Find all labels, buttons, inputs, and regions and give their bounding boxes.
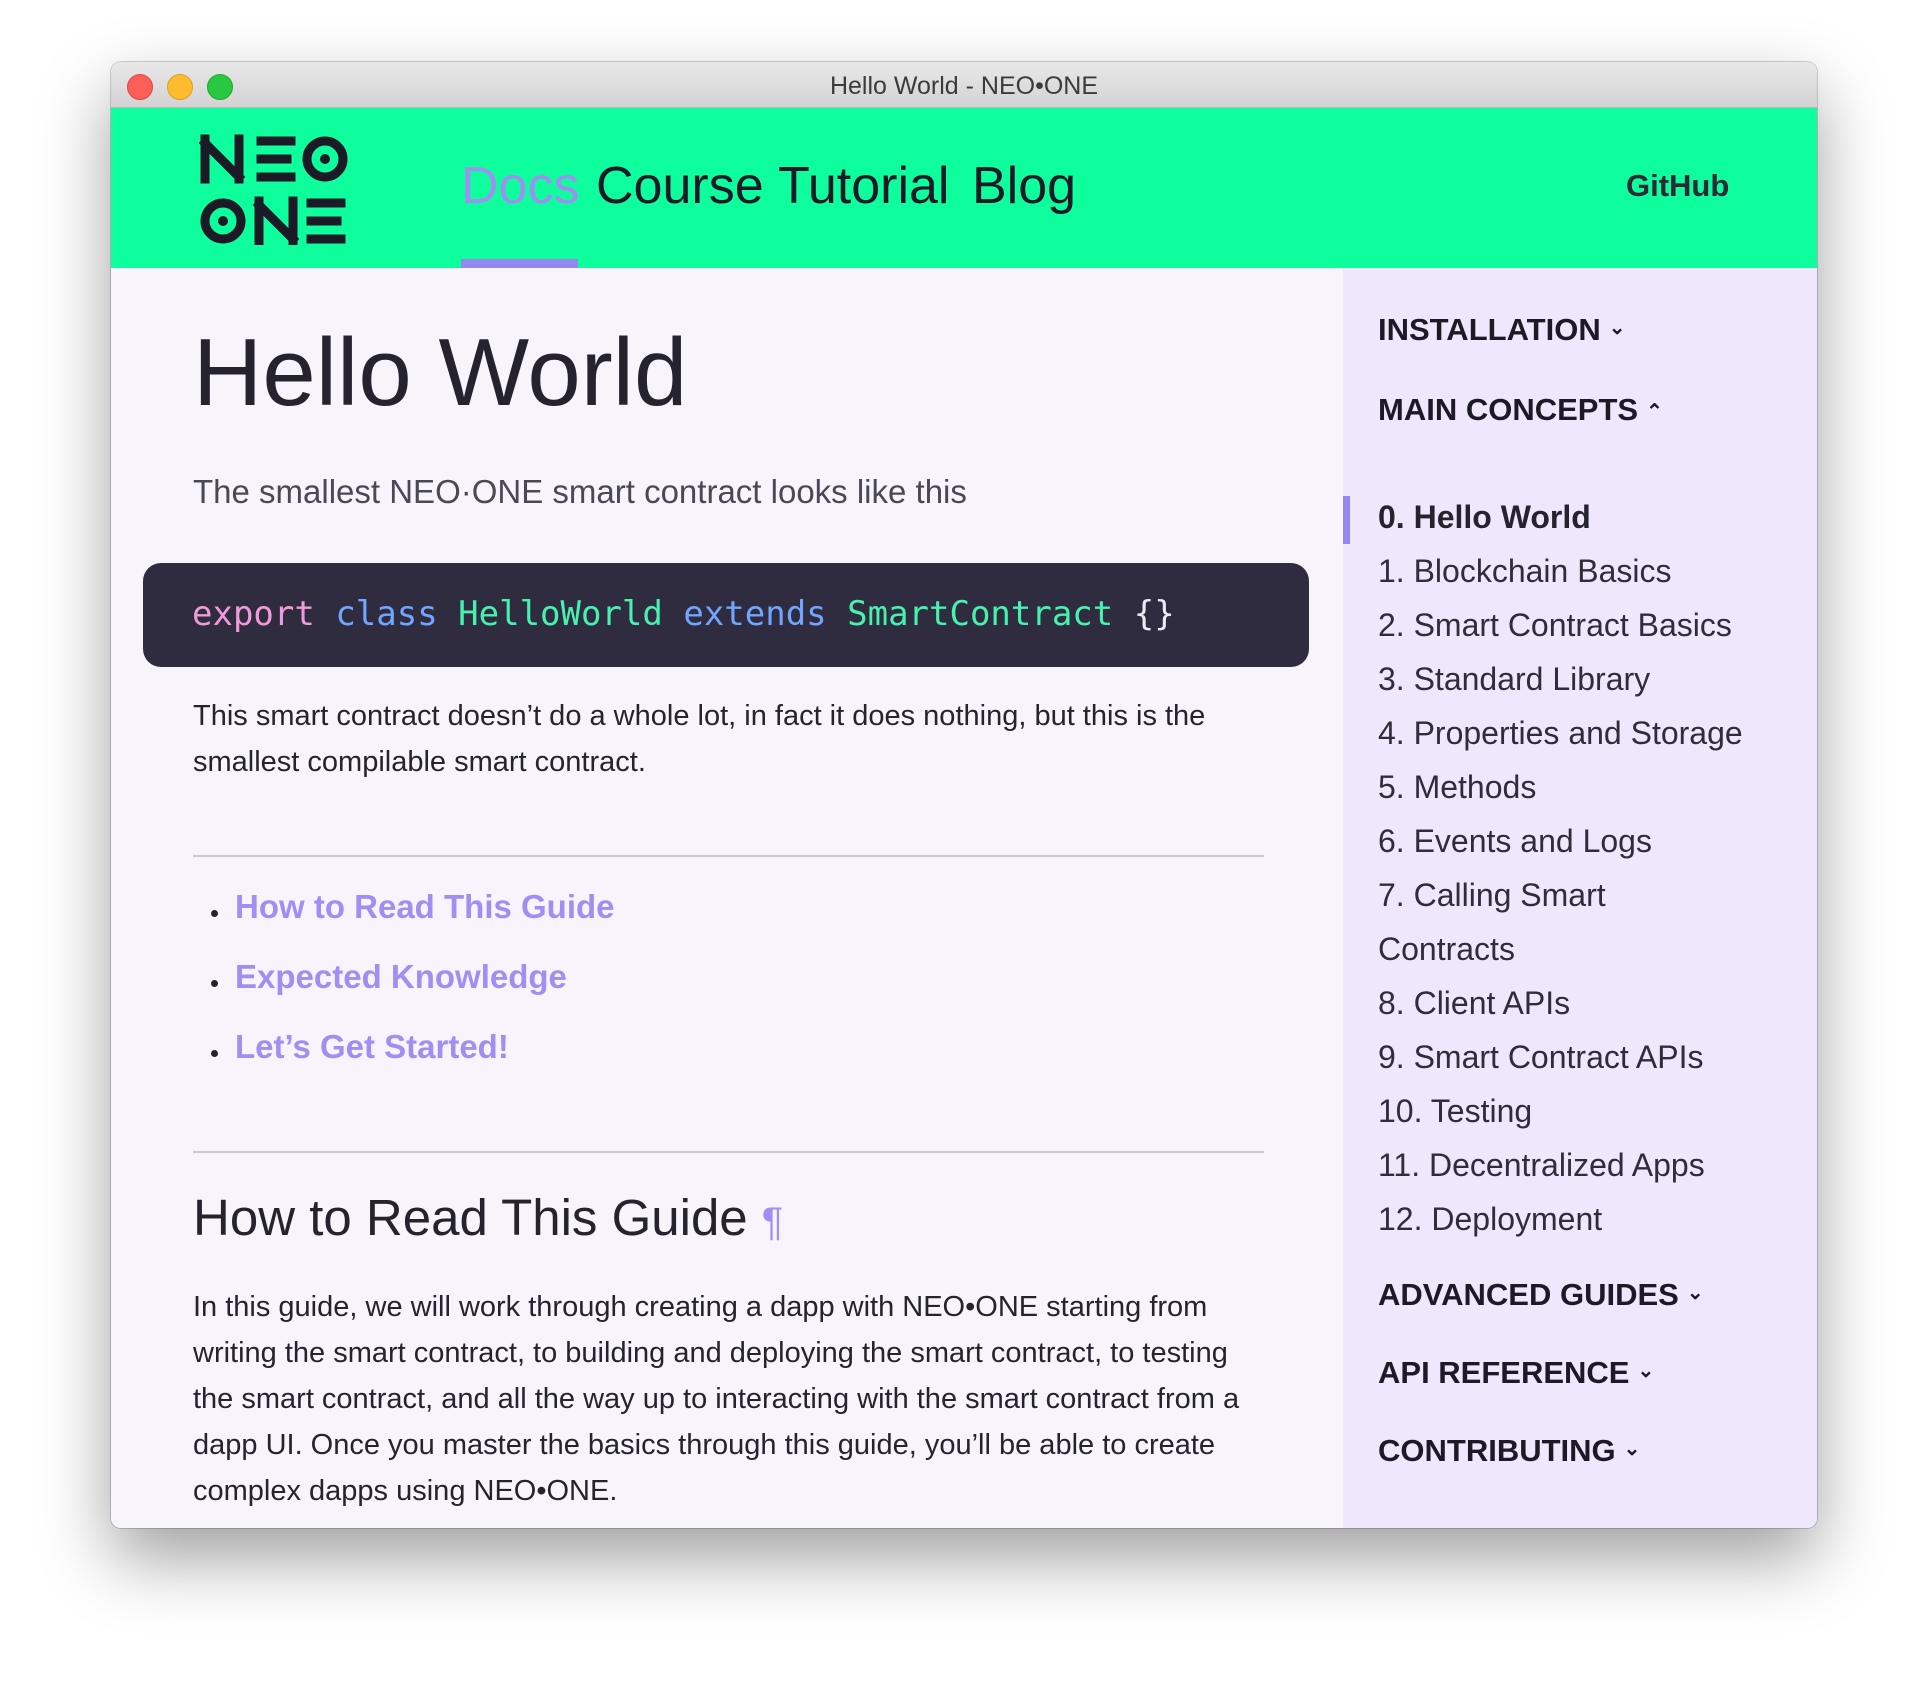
divider [193, 855, 1264, 857]
code-class-name: HelloWorld [458, 594, 663, 634]
sidebar-item-blockchain-basics[interactable]: 1. Blockchain Basics [1378, 553, 1671, 590]
active-item-indicator [1343, 496, 1350, 544]
chevron-down-icon: ⌄ [1637, 1360, 1655, 1382]
browser-window: Hello World - NEO•ONE Docs Course Tutori… [111, 62, 1817, 1528]
bullet-icon [211, 1050, 218, 1057]
sidebar-item-methods[interactable]: 5. Methods [1378, 769, 1536, 806]
sidebar-item-deployment[interactable]: 12. Deployment [1378, 1201, 1602, 1238]
guide-paragraph: In this guide, we will work through crea… [193, 1291, 1240, 1507]
bullet-icon [211, 910, 218, 917]
active-nav-indicator [461, 259, 578, 268]
nav-course-link[interactable]: Course [596, 156, 764, 216]
sidebar-item-calling-smart-contracts-cont[interactable]: Contracts [1378, 931, 1515, 968]
sidebar-section-label: MAIN CONCEPTS [1378, 392, 1639, 427]
chevron-down-icon: ⌄ [1608, 317, 1626, 339]
window-title: Hello World - NEO•ONE [829, 72, 1099, 100]
toc-link-how-to-read[interactable]: How to Read This Guide [235, 888, 615, 926]
main-content: Hello World The smallest NEO·ONE smart c… [111, 268, 1343, 1528]
section-heading: How to Read This Guide ¶ [193, 1188, 783, 1247]
anchor-link-icon[interactable]: ¶ [762, 1200, 783, 1244]
sidebar-item-hello-world[interactable]: 0. Hello World [1378, 499, 1591, 536]
nav-blog-link[interactable]: Blog [972, 156, 1076, 216]
toc-link-expected-knowledge[interactable]: Expected Knowledge [235, 958, 567, 996]
code-line: export class HelloWorld extends SmartCon… [192, 594, 1175, 634]
sidebar-item-client-apis[interactable]: 8. Client APIs [1378, 985, 1570, 1022]
sidebar-item-smart-contract-apis[interactable]: 9. Smart Contract APIs [1378, 1039, 1703, 1076]
sidebar-item-events-logs[interactable]: 6. Events and Logs [1378, 823, 1652, 860]
sidebar-item-decentralized-apps[interactable]: 11. Decentralized Apps [1378, 1147, 1705, 1184]
code-keyword-class: class [335, 594, 438, 634]
section-heading-text: How to Read This Guide [193, 1189, 748, 1246]
title-bar: Hello World - NEO•ONE [111, 62, 1817, 108]
sidebar-item-properties-storage[interactable]: 4. Properties and Storage [1378, 715, 1743, 752]
docs-sidebar: INSTALLATION ⌄ MAIN CONCEPTS ⌃ 0. Hello Wo… [1343, 268, 1817, 1528]
description-paragraph: This smart contract doesn’t do a whole l… [193, 700, 1206, 778]
nav-docs-link[interactable]: Docs [461, 156, 579, 216]
sidebar-section-label: CONTRIBUTING [1378, 1433, 1616, 1468]
page-title: Hello World [193, 319, 688, 426]
code-block: export class HelloWorld extends SmartCon… [143, 563, 1309, 667]
chevron-down-icon: ⌄ [1686, 1282, 1704, 1304]
sidebar-item-calling-smart-contracts[interactable]: 7. Calling Smart [1378, 877, 1606, 914]
sidebar-section-main-concepts[interactable]: MAIN CONCEPTS ⌃ [1378, 392, 1663, 428]
code-keyword-export: export [192, 594, 315, 634]
sidebar-section-contributing[interactable]: CONTRIBUTING ⌄ [1378, 1433, 1640, 1469]
code-keyword-extends: extends [683, 594, 827, 634]
chevron-down-icon: ⌄ [1623, 1438, 1641, 1460]
code-braces: {} [1133, 594, 1175, 634]
sidebar-item-testing[interactable]: 10. Testing [1378, 1093, 1532, 1130]
bullet-icon [211, 980, 218, 987]
sidebar-section-label: API REFERENCE [1378, 1355, 1630, 1390]
sidebar-section-installation[interactable]: INSTALLATION ⌄ [1378, 312, 1625, 348]
intro-text: The smallest NEO·ONE smart contract look… [193, 473, 967, 510]
sidebar-section-advanced-guides[interactable]: ADVANCED GUIDES ⌄ [1378, 1277, 1704, 1313]
neo-one-logo[interactable] [199, 133, 375, 245]
sidebar-section-api-reference[interactable]: API REFERENCE ⌄ [1378, 1355, 1654, 1391]
code-parent-class: SmartContract [847, 594, 1114, 634]
github-link[interactable]: GitHub [1626, 168, 1729, 204]
top-navigation: Docs Course Tutorial Blog GitHub [111, 108, 1817, 268]
sidebar-section-label: ADVANCED GUIDES [1378, 1277, 1679, 1312]
divider [193, 1151, 1264, 1153]
sidebar-item-standard-library[interactable]: 3. Standard Library [1378, 661, 1650, 698]
nav-tutorial-link[interactable]: Tutorial [778, 156, 949, 216]
toc-link-get-started[interactable]: Let’s Get Started! [235, 1028, 509, 1066]
sidebar-item-smart-contract-basics[interactable]: 2. Smart Contract Basics [1378, 607, 1732, 644]
chevron-up-icon: ⌃ [1646, 401, 1663, 423]
sidebar-section-label: INSTALLATION [1378, 312, 1601, 347]
